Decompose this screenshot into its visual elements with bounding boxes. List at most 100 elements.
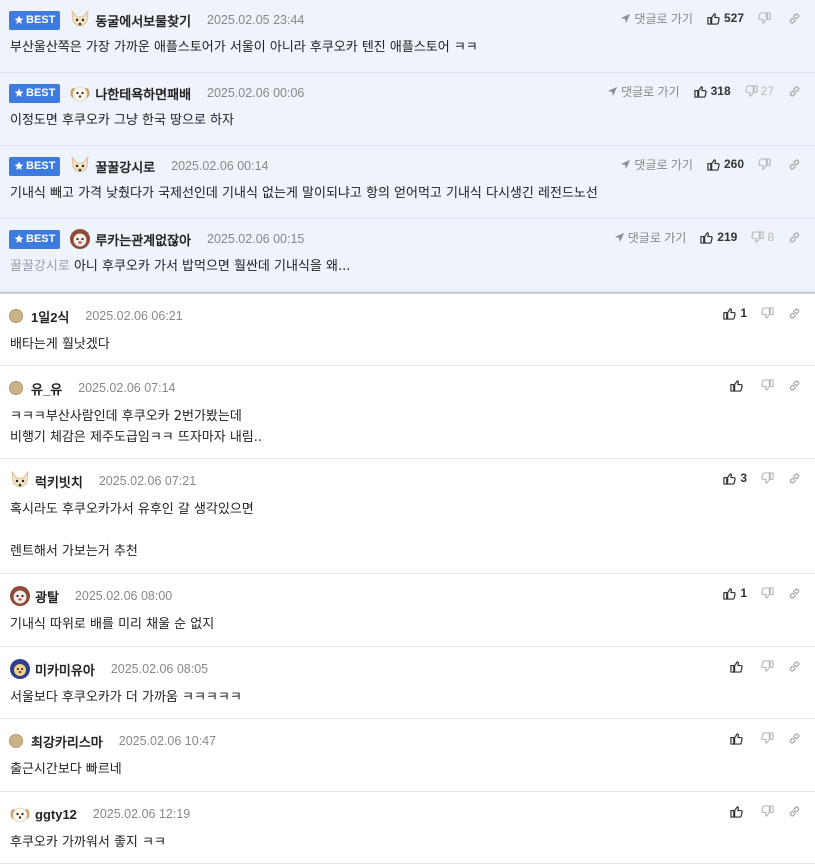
dislike-button[interactable] [758, 11, 774, 25]
dislike-button[interactable] [761, 731, 774, 745]
best-badge-label: BEST [26, 233, 56, 245]
dislike-button[interactable] [761, 659, 774, 673]
like-count: 318 [710, 84, 731, 98]
comment-text: 기내식 빼고 가격 낮췄다가 국제선인데 기내식 없는게 말이되냐고 항의 얻어… [10, 183, 598, 204]
thumbs-up-icon [707, 12, 720, 25]
link-icon[interactable] [788, 472, 801, 485]
like-button[interactable]: 1 [723, 586, 747, 600]
puppy-avatar[interactable] [69, 82, 95, 104]
link-icon[interactable] [788, 85, 801, 98]
like-button[interactable]: 219 [700, 230, 737, 244]
like-button[interactable] [730, 805, 747, 818]
like-button[interactable] [730, 660, 747, 673]
dislike-button[interactable] [761, 586, 774, 600]
nickname[interactable]: ggty12 [35, 807, 77, 822]
comment: 광탈 2025.02.06 08:00 기내식 따위로 배를 미리 채울 순 없지 1 [0, 574, 815, 647]
comment-tools [730, 376, 801, 394]
nickname[interactable]: 루카는관계없잖아 [95, 230, 191, 249]
comment-date: 2025.02.06 12:19 [92, 807, 191, 821]
link-icon[interactable] [788, 307, 801, 320]
link-icon[interactable] [788, 12, 801, 25]
thumbs-up-icon [723, 587, 737, 600]
comment-date: 2025.02.06 08:05 [110, 662, 209, 676]
like-button[interactable]: 3 [723, 471, 747, 485]
nickname[interactable]: 럭키빗치 [35, 472, 83, 491]
thumbs-down-icon [758, 11, 771, 25]
comment-date: 2025.02.06 07:14 [78, 381, 176, 395]
comment-header: 미카미유아 2025.02.06 08:05 [9, 658, 208, 680]
nickname[interactable]: 나한테욕하면패배 [95, 84, 191, 103]
dog-avatar[interactable] [69, 9, 95, 31]
comment: 최강카리스마 2025.02.06 10:47 출근시간보다 빠르네 [0, 719, 815, 792]
comment-date: 2025.02.06 06:21 [85, 309, 183, 323]
avatar[interactable] [9, 381, 23, 395]
nickname[interactable]: 유_유 [31, 379, 62, 398]
like-button[interactable] [730, 732, 747, 745]
comment-header: 1일2식 2025.02.06 06:21 [4, 305, 183, 327]
go-to-reply-link[interactable]: 댓글로 가기 [620, 10, 693, 27]
avatar[interactable] [9, 309, 23, 323]
nickname[interactable]: 동굴에서보물찾기 [95, 11, 191, 30]
comment-date: 2025.02.06 00:06 [207, 86, 305, 100]
thumbs-down-icon [751, 230, 764, 244]
dislike-button[interactable] [758, 157, 774, 171]
comment-header: BEST 루카는관계없잖아 2025.02.06 00:15 [9, 228, 304, 250]
comment-header: BEST 나한테욕하면패배 2025.02.06 00:06 [9, 82, 304, 104]
dislike-button[interactable]: 27 [744, 84, 774, 98]
bear-avatar[interactable] [69, 228, 95, 250]
comment-date: 2025.02.06 07:21 [98, 474, 197, 488]
comment-date: 2025.02.06 00:14 [171, 159, 269, 173]
nickname[interactable]: 광탈 [35, 587, 59, 606]
dog-avatar[interactable] [69, 155, 95, 177]
dislike-button[interactable] [761, 804, 774, 818]
go-to-reply-link[interactable]: 댓글로 가기 [620, 156, 693, 173]
bear-avatar[interactable] [9, 585, 35, 607]
comment-tools: 댓글로 가기 527 [620, 9, 801, 27]
nickname[interactable]: 1일2식 [31, 307, 69, 326]
link-icon[interactable] [788, 732, 801, 745]
best-comment: BEST 루카는관계없잖아 2025.02.06 00:15 꿀꿀강시로 아니 후쿠오… [0, 219, 815, 292]
best-badge: BEST [9, 229, 61, 249]
star-icon [14, 161, 24, 171]
lion-avatar[interactable] [9, 658, 35, 680]
reply-target[interactable]: 꿀꿀강시로 [10, 259, 70, 274]
link-icon[interactable] [788, 231, 801, 244]
go-to-reply-label: 댓글로 가기 [627, 230, 687, 245]
thumbs-down-icon [761, 471, 774, 485]
dislike-button[interactable]: 8 [751, 230, 774, 244]
link-icon[interactable] [788, 660, 801, 673]
link-icon[interactable] [788, 158, 801, 171]
like-button[interactable]: 527 [707, 11, 744, 25]
like-button[interactable]: 260 [707, 157, 744, 171]
comment-line: 배타는게 훨낫겠다 [10, 337, 110, 352]
go-to-reply-link[interactable]: 댓글로 가기 [614, 229, 687, 246]
comment-body: 기내식 빼고 가격 낮췄다가 국제선인데 기내식 없는게 말이되냐고 항의 얻어… [10, 186, 598, 201]
dislike-button[interactable] [761, 471, 774, 485]
dislike-button[interactable] [761, 306, 774, 320]
like-count: 3 [740, 471, 747, 485]
like-count: 1 [740, 586, 747, 600]
comment-list: BEST 동굴에서보물찾기 2025.02.05 23:44 부산울산쪽은 가장 가까… [0, 0, 815, 864]
like-count: 260 [723, 157, 744, 171]
comment-tools [730, 802, 801, 820]
like-button[interactable]: 318 [693, 84, 731, 98]
nickname[interactable]: 꿀꿀강시로 [95, 157, 155, 176]
link-icon[interactable] [788, 587, 801, 600]
dislike-button[interactable] [761, 378, 774, 392]
like-button[interactable]: 1 [723, 306, 747, 320]
go-to-reply-link[interactable]: 댓글로 가기 [607, 83, 680, 100]
comment-line: 서울보다 후쿠오카가 더 가까움 ㅋㅋㅋㅋㅋ [10, 690, 242, 705]
nickname[interactable]: 미카미유아 [35, 660, 95, 679]
avatar[interactable] [9, 734, 23, 748]
link-icon[interactable] [788, 379, 801, 392]
puppy-avatar[interactable] [9, 803, 35, 825]
nickname[interactable]: 최강카리스마 [31, 732, 103, 751]
best-badge-label: BEST [26, 14, 56, 26]
comment-tools [730, 657, 801, 675]
dog-avatar[interactable] [9, 470, 35, 492]
link-icon[interactable] [788, 805, 801, 818]
comment-tools: 댓글로 가기 219 8 [614, 228, 801, 246]
like-button[interactable] [730, 379, 747, 392]
comment-line: 혹시라도 후쿠오카가서 유후인 갈 생각있으면 [10, 502, 254, 517]
comment-body: 아니 후쿠오카 가서 밥먹으면 훨싼데 기내식을 왜... [73, 259, 351, 274]
